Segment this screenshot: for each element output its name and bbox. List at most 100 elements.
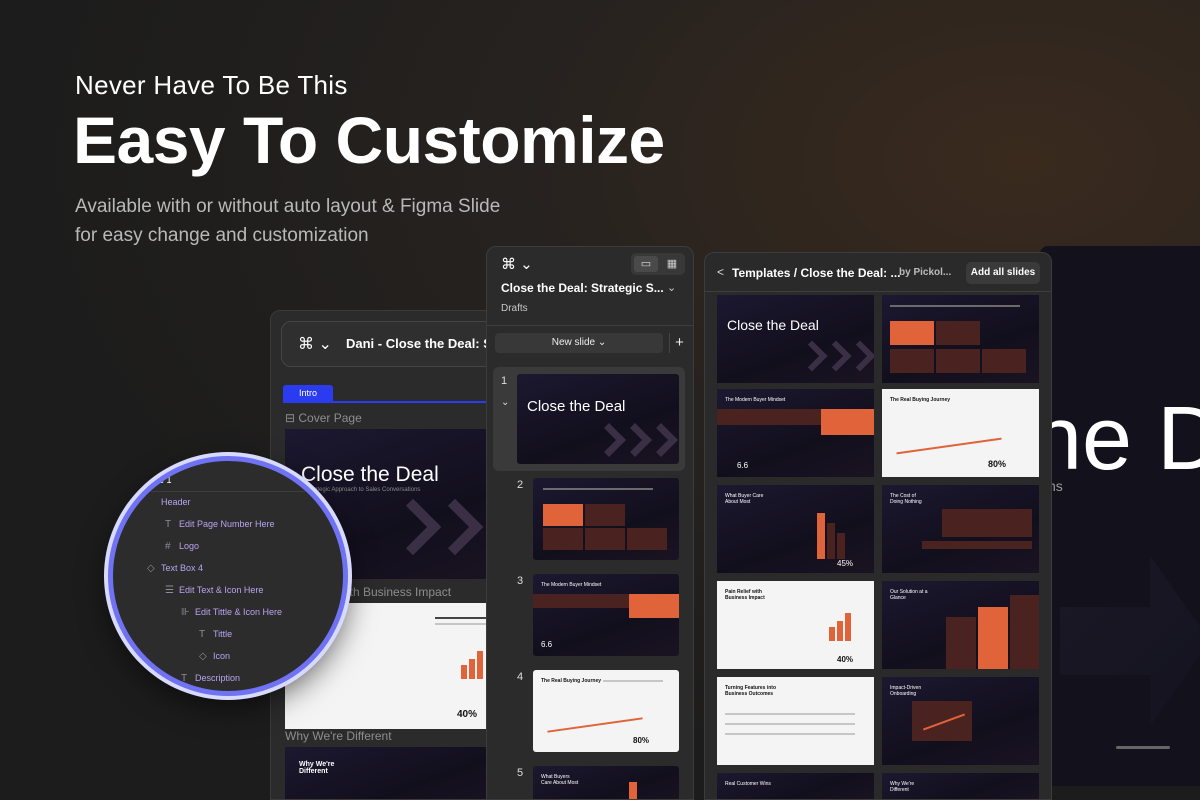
chevron-down-icon[interactable]: ⌄ <box>667 281 676 294</box>
slide-number: 2 <box>517 479 524 491</box>
component-layer-icon: ◇ <box>199 651 207 662</box>
text-line <box>725 733 855 735</box>
component-layer-icon: ◇ <box>147 563 155 574</box>
text-layer-icon: T <box>165 519 172 530</box>
arrow-graphic <box>426 498 484 556</box>
chart-bar <box>837 533 845 559</box>
layer-tittle[interactable]: Tittle <box>213 629 232 639</box>
feature-card <box>936 321 980 345</box>
section-label-why[interactable]: Why We're Different <box>285 729 392 743</box>
view-toggle: ▭ ▦ <box>631 253 685 275</box>
divider <box>487 325 693 326</box>
template-card-title: Real Customer Wins <box>725 781 771 787</box>
template-card[interactable]: Close the Deal <box>717 295 874 383</box>
feature-card <box>982 349 1026 373</box>
feature-card <box>585 528 625 550</box>
text-layer-icon: T <box>199 629 206 640</box>
template-card[interactable]: What Buyer Care About Most 45% <box>717 485 874 573</box>
preview-scrollbar[interactable] <box>1116 746 1170 749</box>
chart-bar <box>827 523 835 559</box>
template-card[interactable]: The Cost of Doing Nothing <box>882 485 1039 573</box>
chart-bar <box>629 782 637 799</box>
slide-number: 3 <box>517 575 524 587</box>
table-row <box>922 541 1032 549</box>
new-slide-button[interactable]: New slide ⌄ <box>495 333 663 353</box>
hero-description-line-2: for easy change and customization <box>75 225 369 246</box>
file-title[interactable]: Dani - Close the Deal: S <box>346 336 492 351</box>
table <box>942 509 1032 537</box>
document-location[interactable]: Drafts <box>501 303 528 314</box>
figma-menu-icon[interactable]: ⌘ ⌄ <box>298 334 332 354</box>
document-title[interactable]: Close the Deal: Strategic S... <box>501 281 664 295</box>
banner <box>629 594 679 618</box>
template-card[interactable]: Impact-Driven Onboarding <box>882 677 1039 765</box>
template-card-stat: 40% <box>837 655 854 664</box>
layer-edit-tittle-icon[interactable]: Edit Tittle & Icon Here <box>195 607 282 617</box>
grid-view-icon[interactable]: ▦ <box>661 256 683 272</box>
cover-slide-title: Close the Deal <box>301 463 439 486</box>
template-card-title: The Cost of Doing Nothing <box>890 493 922 505</box>
template-card[interactable] <box>882 295 1039 383</box>
layer-edit-page-number[interactable]: Edit Page Number Here <box>179 519 275 529</box>
layer-header[interactable]: Header <box>161 497 191 507</box>
step-bar <box>946 617 976 669</box>
slide-title: The Modern Buyer Mindset <box>541 582 602 588</box>
slide-thumbnail[interactable] <box>533 478 679 560</box>
template-card-title: Turning Features into Business Outcomes <box>725 685 777 697</box>
arrow-graphic <box>644 423 678 457</box>
slide-thumbnail[interactable]: Close the Deal <box>517 374 679 464</box>
template-card-title: The Modern Buyer Mindset <box>725 397 786 403</box>
chart-bar <box>845 613 851 641</box>
section-tab-intro[interactable]: Intro <box>283 385 333 401</box>
add-all-slides-button[interactable]: Add all slides <box>966 262 1040 284</box>
template-card[interactable]: Why We're Different <box>882 773 1039 799</box>
layer-text-box-4[interactable]: Text Box 4 <box>161 563 203 573</box>
slide-title: Close the Deal <box>527 398 626 415</box>
template-card[interactable]: Real Customer Wins <box>717 773 874 799</box>
slide-thumbnail[interactable]: The Modern Buyer Mindset 6.6 <box>533 574 679 656</box>
template-card-title: Pain Relief with Business Impact <box>725 589 765 601</box>
feature-card <box>543 504 583 526</box>
layer-description[interactable]: Description <box>195 673 240 683</box>
layer-logo[interactable]: Logo <box>179 541 199 551</box>
chevron-down-icon[interactable]: ⌄ <box>501 397 509 408</box>
arrow-graphic <box>844 340 874 372</box>
templates-panel: < Templates / Close the Deal: ... by Pic… <box>704 252 1052 800</box>
feature-card <box>890 321 934 345</box>
auto-layout-layer-icon: ☰ <box>165 585 174 596</box>
layer-edit-text-icon[interactable]: Edit Text & Icon Here <box>179 585 263 595</box>
layer-icon[interactable]: Icon <box>213 651 230 661</box>
figma-menu-icon[interactable]: ⌘ ⌄ <box>501 255 533 273</box>
text-line <box>890 305 1020 307</box>
hero-description-line-1: Available with or without auto layout & … <box>75 196 501 217</box>
template-card[interactable]: Our Solution at a Glance <box>882 581 1039 669</box>
feature-card <box>543 528 583 550</box>
why-slide-thumbnail[interactable]: Why We're Different <box>285 747 499 799</box>
add-slide-button[interactable]: + <box>669 333 689 353</box>
slide-thumbnail[interactable]: The Real Buying Journey 80% <box>533 670 679 752</box>
template-card[interactable]: Turning Features into Business Outcomes <box>717 677 874 765</box>
business-stat: 40% <box>457 709 478 720</box>
journey-line <box>547 717 643 733</box>
slide-thumbnail[interactable]: What Buyers Care About Most <box>533 766 679 799</box>
preview-title-fragment: he De <box>1040 389 1200 489</box>
template-card[interactable]: The Modern Buyer Mindset 6.6 <box>717 389 874 477</box>
back-icon[interactable]: < <box>717 265 724 279</box>
template-card[interactable]: Pain Relief with Business Impact 40% <box>717 581 874 669</box>
slide-stat: 6.6 <box>541 640 553 649</box>
section-label-cover[interactable]: ⊟ Cover Page <box>285 411 362 425</box>
hero-subtitle: Never Have To Be This <box>75 70 348 100</box>
frame-layer-icon: # <box>165 541 171 552</box>
template-card[interactable]: The Real Buying Journey 80% <box>882 389 1039 477</box>
feature-card <box>585 504 625 526</box>
templates-breadcrumb[interactable]: Templates / Close the Deal: ... <box>732 266 901 280</box>
chart-bar <box>829 627 835 641</box>
section-label-business[interactable]: ith Business Impact <box>347 585 451 599</box>
list-view-icon[interactable]: ▭ <box>634 256 658 272</box>
slide-number: 5 <box>517 767 524 779</box>
slide-title: What Buyers Care About Most <box>541 774 579 786</box>
text-line <box>543 488 653 490</box>
step-bar <box>978 607 1008 669</box>
divider <box>113 491 343 492</box>
banner <box>717 409 821 425</box>
